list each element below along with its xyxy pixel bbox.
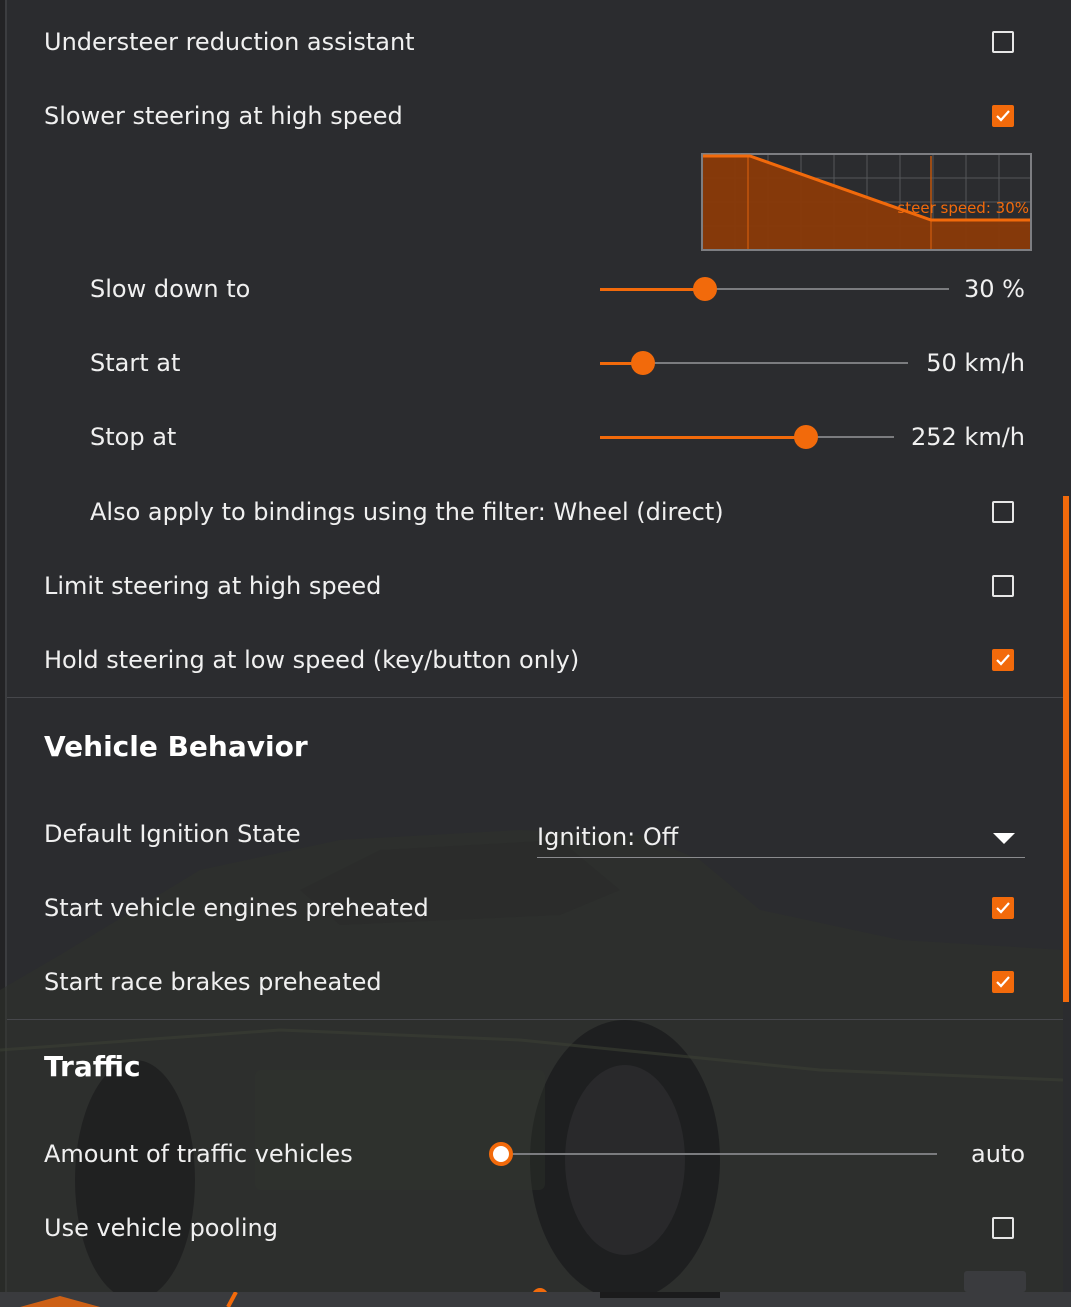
start-at-value: 50 km/h (926, 349, 1025, 377)
section-divider (7, 697, 1063, 698)
understeer-reduction-label: Understeer reduction assistant (44, 28, 415, 56)
slow-down-to-slider[interactable] (600, 276, 949, 302)
stop-at-row: Stop at 252 km/h (7, 400, 1063, 474)
slow-down-to-row: Slow down to 30 % (7, 252, 1063, 326)
slider-thumb[interactable] (693, 277, 717, 301)
chevron-down-icon (993, 833, 1015, 844)
steer-speed-graph-label: steer speed: 30% (897, 199, 1029, 217)
start-at-label: Start at (90, 349, 181, 377)
start-at-row: Start at 50 km/h (7, 326, 1063, 400)
hold-steering-checkbox[interactable] (992, 649, 1014, 671)
engines-preheated-checkbox[interactable] (992, 897, 1014, 919)
limit-steering-row[interactable]: Limit steering at high speed (7, 549, 1063, 623)
engines-preheated-label: Start vehicle engines preheated (44, 894, 429, 922)
ignition-row: Default Ignition State Ignition: Off (7, 797, 1063, 871)
slow-down-to-label: Slow down to (90, 275, 251, 303)
checkmark-icon (996, 110, 1010, 122)
traffic-amount-label: Amount of traffic vehicles (44, 1140, 353, 1168)
also-apply-row[interactable]: Also apply to bindings using the filter:… (7, 475, 1063, 549)
scrollbar-thumb[interactable] (1063, 496, 1069, 1002)
section-divider (7, 1019, 1063, 1020)
traffic-amount-row: Amount of traffic vehicles auto (7, 1117, 1063, 1191)
cut-off-control[interactable] (964, 1271, 1026, 1292)
brakes-preheated-label: Start race brakes preheated (44, 968, 382, 996)
ignition-dropdown[interactable]: Ignition: Off (537, 817, 1025, 858)
understeer-reduction-row[interactable]: Understeer reduction assistant (7, 5, 1063, 79)
slower-steering-row[interactable]: Slower steering at high speed (7, 79, 1063, 153)
stop-at-slider[interactable] (600, 424, 894, 450)
brakes-preheated-checkbox[interactable] (992, 971, 1014, 993)
vehicle-pooling-row[interactable]: Use vehicle pooling (7, 1191, 1063, 1265)
traffic-amount-slider[interactable] (489, 1141, 937, 1167)
hold-steering-row[interactable]: Hold steering at low speed (key/button o… (7, 623, 1063, 697)
traffic-header: Traffic (44, 1050, 141, 1083)
vehicle-pooling-checkbox[interactable] (992, 1217, 1014, 1239)
slider-track (501, 1153, 937, 1155)
slider-thumb[interactable] (631, 351, 655, 375)
hold-steering-label: Hold steering at low speed (key/button o… (44, 646, 580, 674)
vehicle-pooling-label: Use vehicle pooling (44, 1214, 278, 1242)
vehicle-behavior-header: Vehicle Behavior (44, 730, 308, 763)
ignition-dropdown-value: Ignition: Off (537, 823, 679, 851)
brakes-preheated-row[interactable]: Start race brakes preheated (7, 945, 1063, 1019)
settings-panel: Understeer reduction assistant Slower st… (7, 0, 1063, 1292)
checkmark-icon (996, 654, 1010, 666)
limit-steering-label: Limit steering at high speed (44, 572, 382, 600)
slider-thumb[interactable] (794, 425, 818, 449)
engines-preheated-row[interactable]: Start vehicle engines preheated (7, 871, 1063, 945)
slider-fill (600, 436, 806, 439)
slider-fill (600, 288, 705, 291)
also-apply-label: Also apply to bindings using the filter:… (90, 498, 724, 526)
checkmark-icon (996, 976, 1010, 988)
checkmark-icon (996, 902, 1010, 914)
steer-speed-graph: steer speed: 30% (701, 153, 1032, 251)
slower-steering-checkbox[interactable] (992, 105, 1014, 127)
slider-thumb[interactable] (489, 1142, 513, 1166)
stop-at-label: Stop at (90, 423, 177, 451)
understeer-reduction-checkbox[interactable] (992, 31, 1014, 53)
stop-at-value: 252 km/h (910, 423, 1025, 451)
slow-down-to-value: 30 % (964, 275, 1025, 303)
limit-steering-checkbox[interactable] (992, 575, 1014, 597)
start-at-slider[interactable] (600, 350, 908, 376)
ignition-label: Default Ignition State (44, 820, 301, 848)
slower-steering-label: Slower steering at high speed (44, 102, 403, 130)
traffic-amount-value: auto (970, 1140, 1025, 1168)
also-apply-checkbox[interactable] (992, 501, 1014, 523)
bottom-bar (0, 1292, 1071, 1307)
